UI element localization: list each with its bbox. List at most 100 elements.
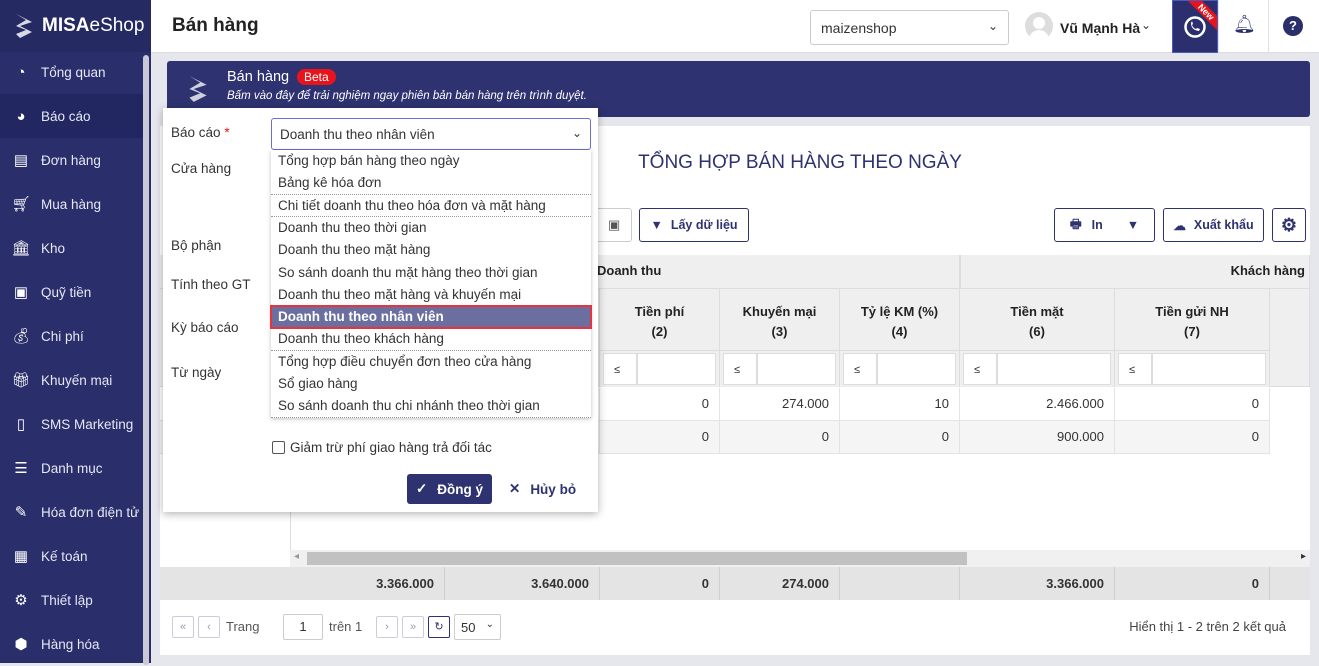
fetch-data-button[interactable]: ▼ Lấy dữ liệu (639, 208, 749, 242)
scrollbar-thumb[interactable] (307, 552, 967, 565)
table-cell: 0 (840, 421, 960, 454)
avatar[interactable] (1025, 12, 1053, 40)
dropdown-option[interactable]: Bảng kê hóa đơn (271, 172, 591, 195)
sidebar-item-2[interactable]: ▤ Đơn hàng (0, 138, 143, 182)
logo-text: eShop (89, 15, 145, 36)
filter-operator[interactable]: ≤ (723, 353, 757, 385)
sidebar-item-8[interactable]: ▯ SMS Marketing (0, 402, 143, 446)
print-label: In (1091, 218, 1103, 232)
help-icon[interactable]: ? (1283, 16, 1303, 36)
goods-icon: ⬢ (14, 636, 28, 653)
sidebar: MISA eShop ◔ Tổng quan ◕ Báo cáo ▤ Đơn hàng 🛒︎ M… (0, 0, 151, 666)
dropdown-option[interactable]: So sánh doanh thu chi nhánh theo thời gi… (271, 395, 591, 418)
check-icon: ✓ (415, 481, 428, 496)
scroll-right-icon[interactable]: ▸ (1301, 551, 1306, 562)
column-header (1270, 289, 1310, 387)
filter-input[interactable] (637, 353, 716, 385)
dropdown-option[interactable]: Sổ giao hàng (271, 373, 591, 395)
deduct-shipping-checkbox[interactable] (272, 441, 285, 454)
sidebar-scrollbar[interactable] (143, 55, 149, 665)
sidebar-item-label: Mua hàng (41, 196, 102, 212)
page-input[interactable]: 1 (283, 614, 323, 640)
page-size-select[interactable]: 50 ⌄ (454, 614, 501, 640)
confirm-button[interactable]: ✓ Đồng ý (407, 474, 492, 504)
notification-bell-icon[interactable]: 🔔︎ (1233, 14, 1256, 35)
report-type-select[interactable]: Doanh thu theo nhân viên ⌄ (271, 118, 591, 150)
total-cell (840, 567, 960, 600)
last-page-button[interactable]: » (402, 616, 424, 638)
refresh-icon[interactable]: ↻ (428, 616, 450, 638)
logo[interactable]: MISA eShop (0, 0, 151, 52)
dropdown-option[interactable]: Tổng hợp bán hàng theo ngày (271, 150, 591, 172)
dropdown-option[interactable]: Doanh thu theo mặt hàng và khuyến mại (271, 284, 591, 306)
filter-operator[interactable]: ≤ (603, 353, 637, 385)
sidebar-item-label: SMS Marketing (41, 416, 134, 432)
banner-subtitle: Bấm vào đây để trải nghiệm ngay phiên bả… (227, 90, 587, 102)
sidebar-item-7[interactable]: 🎁︎ Khuyến mại (0, 358, 143, 402)
total-cell: 0 (600, 567, 720, 600)
dropdown-option[interactable]: Tổng hợp điều chuyển đơn theo cửa hàng (271, 351, 591, 373)
print-button[interactable]: 🖶 In ▼ (1054, 208, 1155, 242)
sidebar-item-12[interactable]: ⚙ Thiết lập (0, 578, 143, 622)
dropdown-option[interactable]: So sánh doanh thu mặt hàng theo thời gia… (271, 262, 591, 284)
list-icon: ☰ (14, 460, 28, 477)
report-period-label: Kỳ báo cáo (171, 320, 239, 335)
sidebar-item-1[interactable]: ◕ Báo cáo (0, 94, 143, 138)
filter-input[interactable] (757, 353, 836, 385)
sidebar-item-13[interactable]: ⬢ Hàng hóa (0, 622, 143, 666)
column-header-number: (7) (1184, 324, 1200, 339)
filter-input[interactable] (877, 353, 956, 385)
total-cell: 3.366.000 (290, 567, 445, 600)
column-header-number: (4) (891, 324, 908, 339)
filter-input[interactable] (1152, 353, 1266, 385)
column-filter: ≤ (960, 351, 1115, 387)
column-filter: ≤ (720, 351, 840, 387)
scroll-left-icon[interactable]: ◂ (294, 551, 299, 562)
dropdown-option[interactable]: Doanh thu theo nhân viên (270, 305, 592, 330)
first-page-button[interactable]: « (172, 616, 194, 638)
deduct-shipping-label[interactable]: Giảm trừ phí giao hàng trả đối tác (290, 440, 492, 455)
sidebar-item-0[interactable]: ◔ Tổng quan (0, 50, 143, 94)
dropdown-option[interactable]: Doanh thu theo khách hàng (271, 328, 591, 351)
prev-page-button[interactable]: ‹ (198, 616, 220, 638)
from-date-label: Từ ngày (171, 365, 222, 380)
caret-down-icon: ▼ (1126, 218, 1140, 232)
export-button[interactable]: ☁ Xuất khẩu (1163, 208, 1264, 242)
filter-operator[interactable]: ≤ (1118, 353, 1152, 385)
chevron-down-icon: ⌄ (485, 619, 494, 630)
column-header-name: Tiền phí (634, 304, 685, 319)
support-call-button[interactable]: New (1172, 0, 1218, 53)
column-header-number: (3) (771, 324, 788, 339)
dropdown-option[interactable]: Doanh thu theo thời gian (271, 217, 591, 239)
user-name[interactable]: Vũ Mạnh Hà (1060, 20, 1140, 36)
next-page-button[interactable]: › (376, 616, 398, 638)
shop-select[interactable]: maizenshop ⌄ (810, 10, 1009, 45)
sidebar-item-6[interactable]: 💰︎ Chi phí (0, 314, 143, 358)
column-header-name: Tiền mặt (1010, 304, 1064, 319)
column-filter: ≤ (600, 351, 720, 387)
chevron-down-icon[interactable]: ⌄ (1141, 18, 1151, 32)
horizontal-scrollbar[interactable]: ◂ ▸ (290, 550, 1310, 567)
phone-icon: ▯ (16, 416, 26, 433)
total-cell: 3.640.000 (445, 567, 600, 600)
cancel-button[interactable]: ✕ Hủy bỏ (509, 474, 576, 504)
sidebar-item-10[interactable]: ✎ Hóa đơn điện tử (0, 490, 143, 534)
settings-button[interactable]: ⚙ (1272, 208, 1306, 242)
sidebar-item-4[interactable]: 🏛︎ Kho (0, 226, 143, 270)
misa-logo-icon (16, 14, 32, 38)
printer-icon: 🖶 (1069, 216, 1082, 231)
filter-operator[interactable]: ≤ (843, 353, 877, 385)
value-by-label: Tính theo GT (171, 277, 251, 292)
report-options-popup: Báo cáo * Cửa hàng Bộ phận Tính theo GT … (163, 108, 598, 512)
dropdown-option[interactable]: Chi tiết doanh thu theo hóa đơn và mặt h… (271, 195, 591, 217)
pie-chart-icon: ◕ (16, 107, 26, 125)
dropdown-option[interactable]: Doanh thu theo mặt hàng (271, 239, 591, 261)
sidebar-item-5[interactable]: ▣ Quỹ tiền (0, 270, 143, 314)
page-size-value: 50 (461, 620, 476, 635)
filter-input[interactable] (997, 353, 1111, 385)
column-header: Tiền gửi NH (7) (1115, 289, 1270, 351)
sidebar-item-11[interactable]: ▦ Kế toán (0, 534, 143, 578)
sidebar-item-9[interactable]: ☰ Danh mục (0, 446, 143, 490)
sidebar-item-3[interactable]: 🛒︎ Mua hàng (0, 182, 143, 226)
filter-operator[interactable]: ≤ (963, 353, 997, 385)
